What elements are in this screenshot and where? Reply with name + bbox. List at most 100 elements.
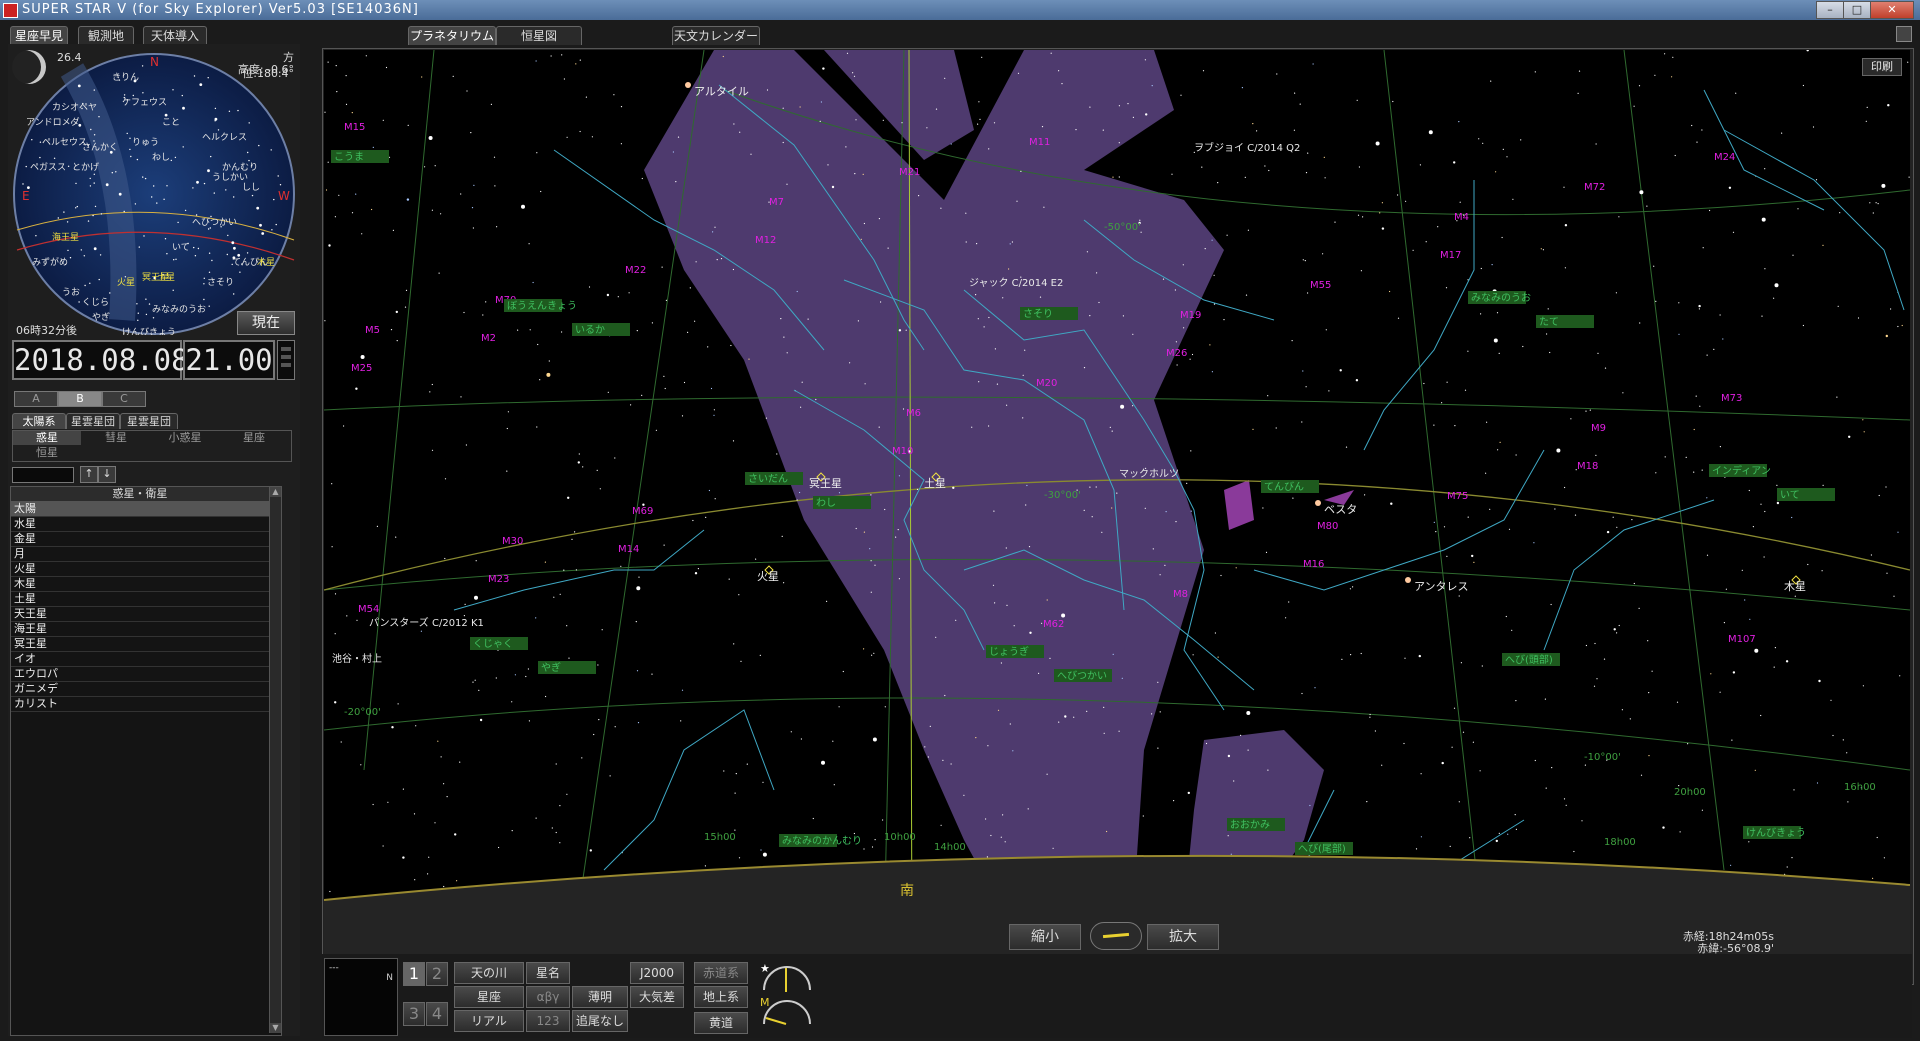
messier-label[interactable]: M10 (892, 446, 913, 457)
planet-list-item[interactable]: 海王星 (11, 622, 269, 637)
star-label[interactable]: アルタイル (694, 85, 749, 98)
bright-star[interactable] (1405, 577, 1411, 583)
messier-label[interactable]: M17 (1440, 250, 1461, 261)
sort-down-button[interactable]: ↓ (98, 466, 116, 483)
tab-star-map[interactable]: 恒星図 (496, 26, 582, 45)
horizontal-toggle[interactable]: 地上系 (694, 986, 748, 1008)
dec-grid-label[interactable]: -30°00' (1044, 490, 1081, 501)
messier-label[interactable]: M54 (358, 604, 379, 615)
ra-grid-label[interactable]: 16h00 (1844, 782, 1876, 793)
constellation-label[interactable]: おおかみ (1230, 819, 1270, 831)
constellation-label[interactable]: さそり (1023, 308, 1053, 320)
tab-astro-calendar[interactable]: 天文カレンダー (672, 26, 760, 45)
constellation-label[interactable]: さいだん (748, 473, 788, 485)
planet-list-item[interactable]: エウロパ (11, 667, 269, 682)
planet-list-scrollbar[interactable]: ▲ ▼ (269, 487, 281, 1033)
bright-star[interactable] (1315, 500, 1321, 506)
messier-label[interactable]: M80 (1317, 521, 1338, 532)
planet-list-item[interactable]: 月 (11, 547, 269, 562)
constellation-toggle[interactable]: 星座 (454, 986, 524, 1008)
planet-list-item[interactable]: 太陽 (11, 502, 269, 517)
messier-label[interactable]: M24 (1714, 152, 1735, 163)
messier-label[interactable]: M73 (1721, 393, 1742, 404)
magnitude-gauges[interactable]: ★ M (758, 960, 818, 1030)
constellation-label[interactable]: てんびん (1264, 481, 1304, 493)
tab-planetarium[interactable]: プラネタリウム (408, 26, 496, 45)
planet-list-item[interactable]: イオ (11, 652, 269, 667)
constellation-label[interactable]: くじゃく (473, 638, 513, 650)
twilight-toggle[interactable]: 薄明 (572, 986, 628, 1008)
comet-label[interactable]: ジャック C/2014 E2 (969, 277, 1063, 289)
planet-label[interactable]: 火星 (757, 570, 779, 583)
print-button[interactable]: 印刷 (1862, 58, 1902, 76)
messier-label[interactable]: M14 (618, 544, 639, 555)
now-button[interactable]: 現在 (237, 311, 295, 335)
page-4-button[interactable]: 4 (426, 1002, 448, 1026)
subtab-comets[interactable]: 彗星 (82, 431, 150, 445)
page-2-button[interactable]: 2 (426, 962, 448, 986)
messier-label[interactable]: M7 (769, 197, 784, 208)
page-3-button[interactable]: 3 (403, 1002, 425, 1026)
comet-label[interactable]: ヲブジョイ C/2014 Q2 (1194, 141, 1300, 154)
ra-grid-label[interactable]: 18h00 (1604, 837, 1636, 848)
realtime-toggle[interactable]: リアル (454, 1010, 524, 1032)
ra-grid-label[interactable]: 10h00 (884, 832, 916, 843)
messier-label[interactable]: M75 (1447, 491, 1468, 502)
close-button[interactable]: ✕ (1870, 1, 1914, 19)
planet-list-item[interactable]: 木星 (11, 577, 269, 592)
planet-list-item[interactable]: 土星 (11, 592, 269, 607)
planet-list-item[interactable]: ガニメデ (11, 682, 269, 697)
comet-label[interactable]: パンスターズ C/2012 K1 (369, 616, 484, 629)
star-label[interactable]: ベスタ (1324, 503, 1357, 516)
tab-object-goto[interactable]: 天体導入 (143, 26, 207, 45)
messier-label[interactable]: M11 (1029, 137, 1050, 148)
zoom-in-button[interactable]: 拡大 (1147, 924, 1219, 950)
messier-label[interactable]: M9 (1591, 423, 1606, 434)
planet-list-item[interactable]: 冥王星 (11, 637, 269, 652)
constellation-label[interactable]: いて (1780, 490, 1800, 501)
dec-grid-label[interactable]: -20°00' (344, 707, 381, 718)
mini-sky-map[interactable]: きりんカシオペヤアンドロメダ ケフェウスペルセウスさんかくペガスス ことヘルクレスわ… (12, 50, 297, 335)
constellation-label[interactable]: へび(尾部) (1298, 842, 1346, 855)
messier-label[interactable]: M30 (502, 536, 523, 547)
tab-nebula-cluster-1[interactable]: 星雲星団 (66, 413, 120, 429)
messier-label[interactable]: M26 (1166, 348, 1187, 359)
refraction-toggle[interactable]: 大気差 (630, 986, 684, 1008)
tab-star-chart[interactable]: 星座早見 (10, 26, 68, 45)
messier-label[interactable]: M2 (481, 333, 496, 344)
tab-solar-system[interactable]: 太陽系 (12, 413, 66, 429)
minimize-button[interactable]: – (1816, 1, 1844, 19)
view-angle-indicator[interactable] (1090, 922, 1142, 950)
time-display[interactable]: 21.00 (183, 340, 275, 380)
milkyway-toggle[interactable]: 天の川 (454, 962, 524, 984)
constellation-label[interactable]: わし (816, 497, 836, 509)
messier-label[interactable]: M15 (344, 122, 365, 133)
planet-label[interactable]: 冥王星 (809, 477, 842, 490)
constellation-label[interactable]: たて (1539, 316, 1559, 328)
j2000-toggle[interactable]: J2000 (630, 962, 684, 984)
constellation-label[interactable]: へび(頭部) (1505, 653, 1553, 666)
number-toggle[interactable]: 123 (526, 1010, 570, 1032)
messier-label[interactable]: M5 (365, 325, 380, 336)
tracking-toggle[interactable]: 追尾なし (572, 1010, 628, 1032)
observer-label[interactable]: 池谷・村上 (332, 652, 382, 665)
ecliptic-toggle[interactable]: 黄道 (694, 1012, 748, 1034)
constellation-label[interactable]: みなみのうお (1471, 292, 1531, 304)
planet-list-item[interactable]: 天王星 (11, 607, 269, 622)
messier-label[interactable]: M8 (1173, 589, 1188, 600)
messier-label[interactable]: M6 (906, 408, 921, 419)
messier-label[interactable]: M72 (1584, 182, 1605, 193)
messier-label[interactable]: M16 (1303, 559, 1324, 570)
messier-label[interactable]: M55 (1310, 280, 1331, 291)
subtab-planets[interactable]: 惑星 (13, 431, 81, 445)
messier-label[interactable]: M22 (625, 265, 646, 276)
star-names-toggle[interactable]: 星名 (526, 962, 570, 984)
messier-label[interactable]: M25 (351, 363, 372, 374)
equatorial-toggle[interactable]: 赤道系 (694, 962, 748, 984)
constellation-label[interactable]: へびつかい (1057, 670, 1107, 682)
ra-grid-label[interactable]: 15h00 (704, 832, 736, 843)
subtab-constellations[interactable]: 星座 (220, 431, 288, 445)
constellation-label[interactable]: やぎ (541, 661, 561, 674)
constellation-label[interactable]: けんびきょう (1746, 827, 1806, 839)
star-label[interactable]: アンタレス (1414, 580, 1469, 593)
